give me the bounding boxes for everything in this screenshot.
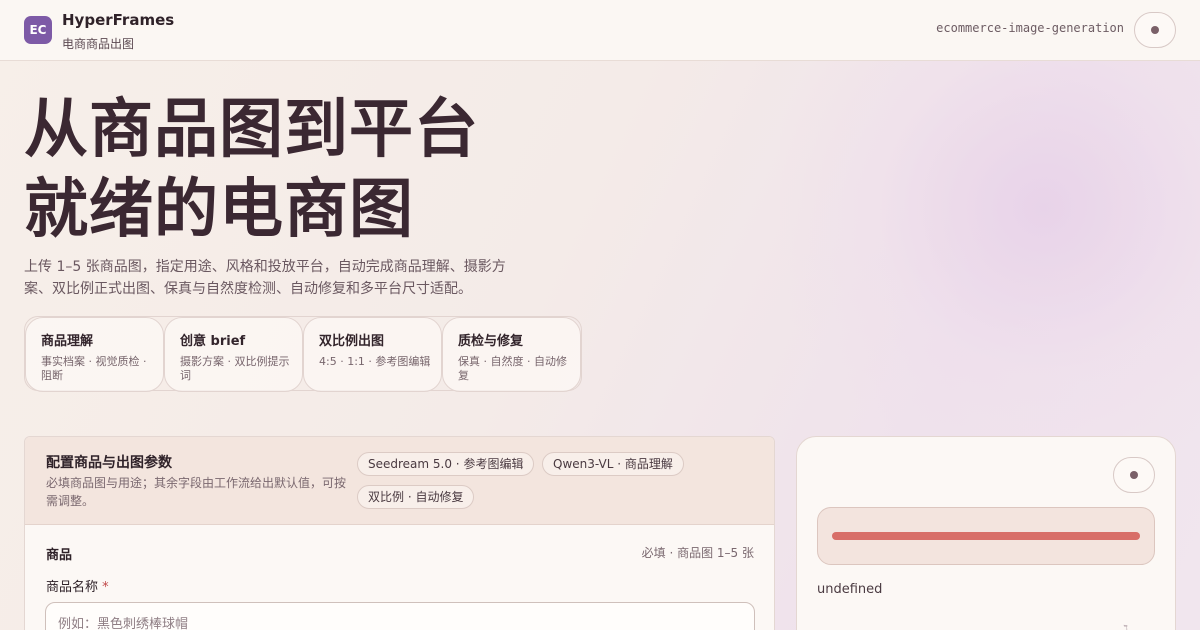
form-title: 配置商品与出图参数: [46, 455, 172, 471]
feature-description: 摄影方案 · 双比例提示词: [180, 355, 290, 382]
feature-card-dual-ratio: 双比例出图 4:5 · 1:1 · 参考图编辑: [303, 317, 442, 392]
feature-card-brief: 创意 brief 摄影方案 · 双比例提示词: [164, 317, 303, 392]
hero-title-line-1: 从商品图到平台: [24, 93, 479, 167]
app-subtitle: 电商商品出图: [62, 37, 135, 51]
progress-container: [817, 507, 1155, 565]
hero-title: 从商品图到平台 就绪的电商图: [24, 90, 479, 250]
section-meta: 必填 · 商品图 1–5 张: [641, 546, 754, 560]
dot-icon: [1151, 26, 1159, 34]
progress-track: [832, 532, 1140, 540]
model-chip-dual-ratio: 双比例 · 自动修复: [357, 485, 475, 509]
feature-strip: 商品理解 事实档案 · 视觉质检 · 阻断 创意 brief 摄影方案 · 双比…: [24, 316, 582, 392]
feature-description: 保真 · 自然度 · 自动修复: [458, 355, 567, 382]
hero-description: 上传 1–5 张商品图，指定用途、风格和投放平台，自动完成商品理解、摄影方 案、…: [24, 256, 524, 300]
status-panel: undefined ℷ: [796, 436, 1176, 630]
feature-description: 事实档案 · 视觉质检 · 阻断: [41, 355, 147, 382]
product-name-label: 商品名称 *: [46, 576, 109, 595]
hero-description-line-2: 案、双比例正式出图、保真与自然度检测、自动修复和多平台尺寸适配。: [24, 281, 472, 297]
app-name: HyperFrames: [62, 11, 175, 29]
hero-title-line-2: 就绪的电商图: [24, 173, 414, 247]
model-chip-qwen: Qwen3-VL · 商品理解: [542, 452, 684, 476]
panel-toggle-button[interactable]: [1113, 457, 1155, 493]
model-chip-seedream: Seedream 5.0 · 参考图编辑: [357, 452, 535, 476]
feature-title: 双比例出图: [319, 334, 385, 349]
header-toggle-button[interactable]: [1134, 12, 1176, 48]
feature-card-understanding: 商品理解 事实档案 · 视觉质检 · 阻断: [25, 317, 164, 392]
feature-card-qc-repair: 质检与修复 保真 · 自然度 · 自动修复: [442, 317, 581, 392]
section-title-product: 商品: [46, 548, 73, 563]
top-bar: EC HyperFrames 电商商品出图 ecommerce-image-ge…: [0, 0, 1200, 61]
form-subtitle: 必填商品图与用途；其余字段由工作流给出默认值，可按需调整。: [46, 476, 347, 508]
product-name-label-text: 商品名称: [46, 580, 99, 595]
dot-icon: [1130, 471, 1138, 479]
status-text: undefined: [817, 582, 883, 597]
feature-title: 商品理解: [41, 334, 94, 349]
feature-title: 质检与修复: [458, 334, 524, 349]
progress-fill: [832, 532, 1140, 540]
config-form-card: 配置商品与出图参数 必填商品图与用途；其余字段由工作流给出默认值，可按需调整。 …: [24, 436, 775, 630]
feature-title: 创意 brief: [180, 334, 246, 349]
corner-glyph: ℷ: [1123, 623, 1129, 630]
background-glow: [780, 40, 1200, 460]
hero-description-line-1: 上传 1–5 张商品图，指定用途、风格和投放平台，自动完成商品理解、摄影方: [24, 259, 506, 275]
workflow-slug: ecommerce-image-generation: [936, 21, 1124, 35]
feature-description: 4:5 · 1:1 · 参考图编辑: [319, 355, 431, 368]
product-name-input[interactable]: [45, 602, 755, 630]
form-header: 配置商品与出图参数 必填商品图与用途；其余字段由工作流给出默认值，可按需调整。 …: [25, 437, 774, 525]
required-mark: *: [102, 580, 109, 595]
app-logo: EC: [24, 16, 52, 44]
